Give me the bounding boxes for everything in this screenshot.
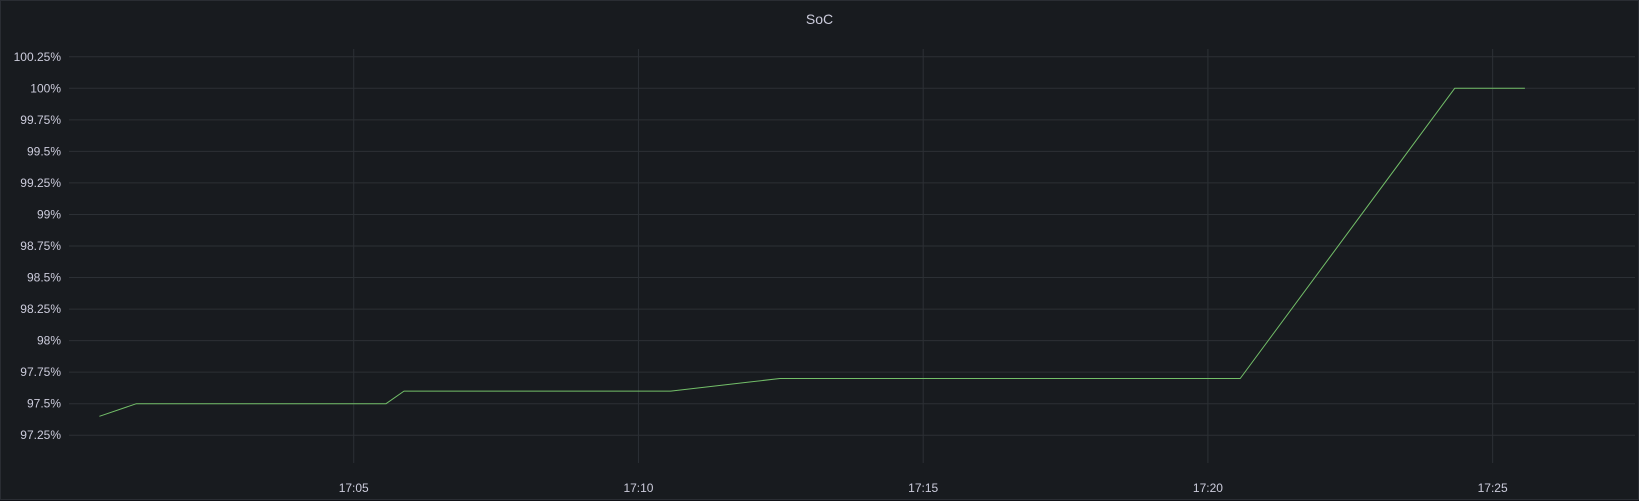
y-tick-label: 100% [30, 81, 61, 95]
grid-lines [69, 49, 1635, 463]
y-tick-label: 97.25% [20, 428, 61, 442]
y-tick-label: 99.75% [20, 113, 61, 127]
x-tick-label: 17:25 [1478, 481, 1508, 495]
y-tick-label: 100.25% [14, 50, 62, 64]
x-tick-label: 17:10 [623, 481, 653, 495]
y-tick-label: 97.75% [20, 365, 61, 379]
x-tick-label: 17:20 [1193, 481, 1223, 495]
y-axis-tick-labels: 97.25% 97.5% 97.75% 98% 98.25% 98.5% 98.75% 99%… [14, 50, 62, 442]
chart-panel: SoC 97.25% 97.5% 97.75% 98% 98.25% 98.5% 98.75… [0, 0, 1639, 500]
y-tick-label: 99.5% [27, 144, 61, 158]
y-tick-label: 99% [37, 207, 61, 221]
y-tick-label: 98% [37, 334, 61, 348]
series-layer [99, 87, 1525, 417]
x-axis-tick-labels: 17:05 17:10 17:15 17:20 17:25 [339, 481, 1508, 495]
y-tick-label: 98.75% [20, 239, 61, 253]
x-tick-label: 17:05 [339, 481, 369, 495]
y-tick-label: 99.25% [20, 176, 61, 190]
soc-series-line[interactable] [99, 87, 1525, 417]
y-tick-label: 98.25% [20, 302, 61, 316]
x-tick-label: 17:15 [908, 481, 938, 495]
y-tick-label: 97.5% [27, 397, 61, 411]
y-tick-label: 98.5% [27, 271, 61, 285]
soc-line-chart: 97.25% 97.5% 97.75% 98% 98.25% 98.5% 98.75% 99%… [14, 49, 1635, 495]
